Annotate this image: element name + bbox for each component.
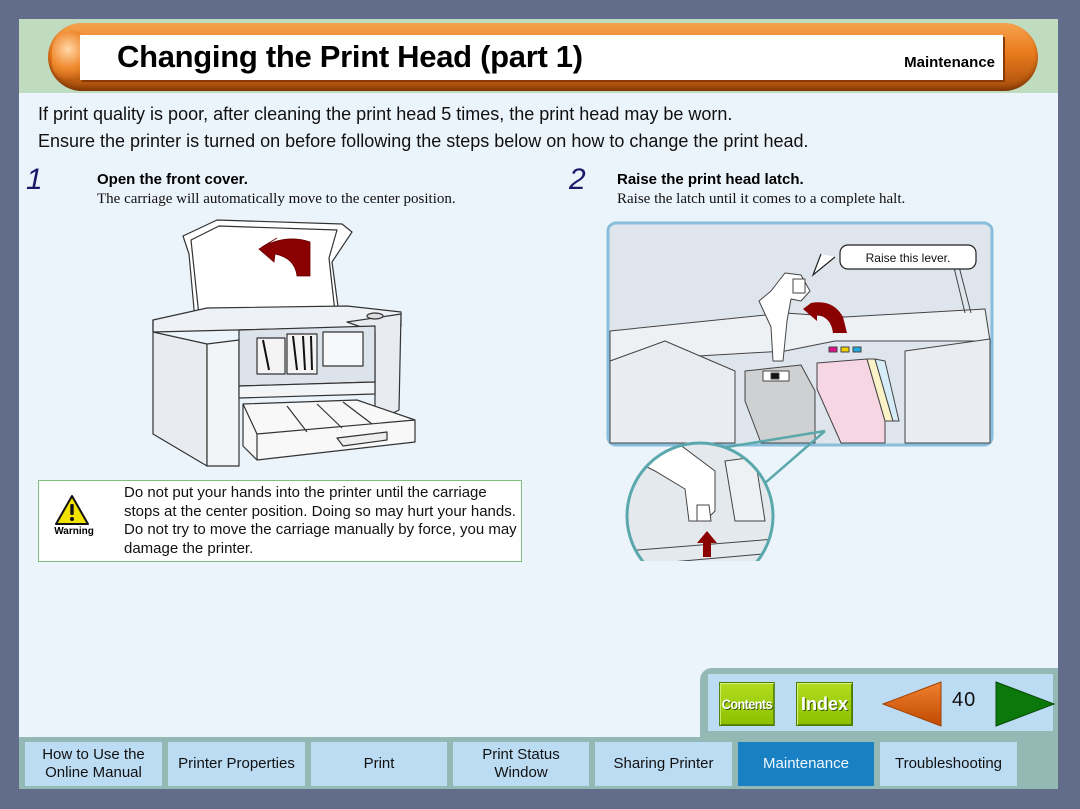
- tab-troubleshooting[interactable]: Troubleshooting: [880, 742, 1017, 786]
- tab-sharing-printer[interactable]: Sharing Printer: [595, 742, 732, 786]
- contents-button[interactable]: Contents: [719, 682, 775, 726]
- tab-printer-properties[interactable]: Printer Properties: [168, 742, 305, 786]
- intro-text: If print quality is poor, after cleaning…: [38, 101, 809, 155]
- warning-text: Do not put your hands into the printer u…: [124, 484, 517, 557]
- warning-box: Warning Do not put your hands into the p…: [38, 480, 522, 562]
- tab-how-to-use[interactable]: How to Use the Online Manual: [25, 742, 162, 786]
- tab-print[interactable]: Print: [311, 742, 447, 786]
- manual-page: Changing the Print Head (part 1) Mainten…: [19, 19, 1058, 789]
- warning-label: Warning: [54, 526, 94, 537]
- warning-triangle-icon: [55, 495, 89, 525]
- navigation-panel: Contents Index 40: [700, 668, 1058, 737]
- step-2-heading: Raise the print head latch.: [617, 171, 804, 188]
- prev-page-arrow-icon[interactable]: [881, 680, 943, 728]
- intro-line-2: Ensure the printer is turned on before f…: [38, 131, 809, 151]
- intro-line-1: If print quality is poor, after cleaning…: [38, 104, 733, 124]
- section-tab-bar: How to Use the Online Manual Printer Pro…: [19, 737, 1058, 789]
- title-box: Changing the Print Head (part 1) Mainten…: [80, 35, 1003, 80]
- navigation-inner: Contents Index 40: [708, 674, 1056, 731]
- print-head-latch-illustration: Raise this lever.: [605, 221, 1015, 591]
- section-label: Maintenance: [904, 54, 995, 71]
- step-2-description: Raise the latch until it comes to a comp…: [617, 191, 906, 207]
- header-band: Changing the Print Head (part 1) Mainten…: [19, 19, 1058, 93]
- callout-text: Raise this lever.: [865, 251, 951, 265]
- title-pill: Changing the Print Head (part 1) Mainten…: [48, 23, 1038, 91]
- printer-open-cover-illustration: [152, 219, 416, 467]
- step-1-number: 1: [26, 163, 43, 196]
- step-1-heading: Open the front cover.: [97, 171, 248, 188]
- next-page-arrow-icon[interactable]: [994, 680, 1056, 728]
- tab-maintenance[interactable]: Maintenance: [738, 742, 874, 786]
- tab-print-status-window[interactable]: Print Status Window: [453, 742, 589, 786]
- page-number: 40: [952, 689, 977, 711]
- index-button[interactable]: Index: [796, 682, 853, 726]
- step-1-description: The carriage will automatically move to …: [97, 191, 456, 207]
- page-title: Changing the Print Head (part 1): [117, 39, 583, 74]
- step-2-number: 2: [569, 163, 586, 196]
